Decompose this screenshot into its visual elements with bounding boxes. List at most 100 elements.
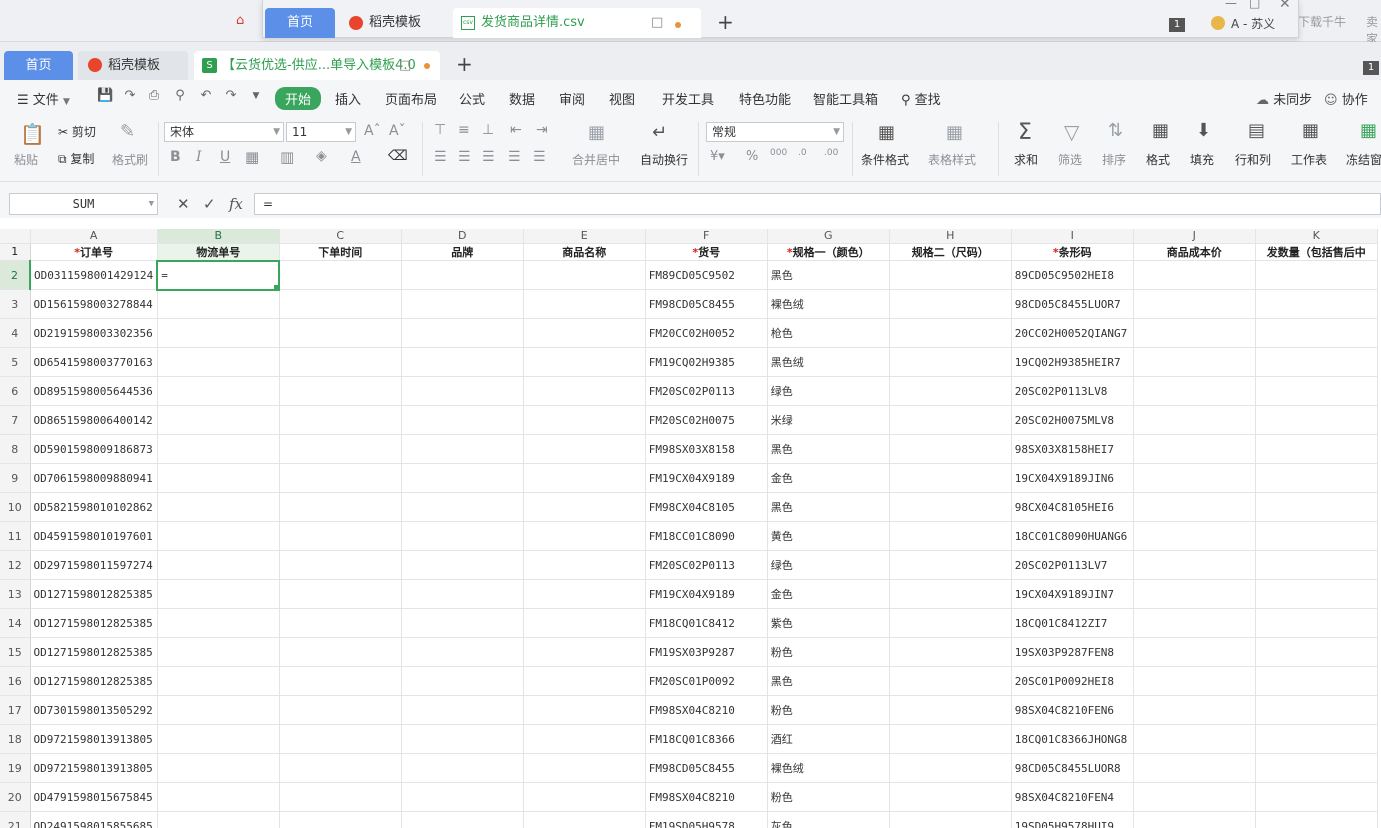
row-col-icon[interactable]: ▤ — [1248, 120, 1265, 141]
cell-g[interactable]: 米绿 — [767, 405, 890, 435]
cell-c[interactable] — [279, 782, 402, 812]
cell-h[interactable] — [889, 550, 1012, 580]
undo-icon[interactable]: ↶ — [198, 88, 214, 104]
cancel-formula-icon[interactable]: ✕ — [177, 195, 190, 213]
merge-center-icon[interactable]: ▦ — [588, 122, 605, 143]
column-header-j[interactable]: J — [1133, 229, 1256, 244]
cell-h[interactable] — [889, 347, 1012, 377]
cell-k[interactable] — [1255, 608, 1378, 638]
cell-k[interactable] — [1255, 811, 1378, 828]
cell-a[interactable]: OD5821598010102862 — [30, 492, 158, 522]
paste-icon[interactable]: 📋 — [20, 122, 45, 146]
cell-d[interactable] — [401, 405, 524, 435]
indent-decrease-icon[interactable]: ⇤ — [510, 122, 522, 138]
cell-i[interactable]: 98SX04C8210FEN6 — [1011, 695, 1134, 725]
cell-g[interactable]: 金色 — [767, 463, 890, 493]
cell-a[interactable]: OD1271598012825385 — [30, 608, 158, 638]
cell-d[interactable] — [401, 492, 524, 522]
cell-f[interactable]: FM18CQ01C8412 — [645, 608, 768, 638]
cell-c[interactable] — [279, 724, 402, 754]
menu-insert[interactable]: 插入 — [335, 89, 361, 108]
font-name-select[interactable]: 宋体 ▼ — [164, 122, 284, 142]
menu-review[interactable]: 审阅 — [559, 89, 585, 108]
confirm-formula-icon[interactable]: ✓ — [203, 195, 216, 213]
cell-c[interactable] — [279, 405, 402, 435]
float-user-name[interactable]: A - 苏义 — [1211, 15, 1275, 32]
cell-k[interactable] — [1255, 637, 1378, 667]
cell-k[interactable] — [1255, 260, 1378, 290]
cell-b[interactable] — [157, 811, 280, 828]
cell-e[interactable] — [523, 782, 646, 812]
cell-h[interactable] — [889, 782, 1012, 812]
cell-i[interactable]: 98CX04C8105HEI6 — [1011, 492, 1134, 522]
cell-i[interactable]: 98CD05C8455LUOR8 — [1011, 753, 1134, 783]
cell-c[interactable] — [279, 753, 402, 783]
cell-c[interactable] — [279, 521, 402, 551]
cell-h[interactable] — [889, 724, 1012, 754]
row-header[interactable]: 18 — [0, 724, 31, 754]
cell-e[interactable] — [523, 318, 646, 348]
cell-a[interactable]: OD0311598001429124 — [30, 260, 158, 290]
row-header[interactable]: 13 — [0, 579, 31, 609]
header-cell-e[interactable]: 商品名称 — [523, 243, 646, 261]
cell-e[interactable] — [523, 434, 646, 464]
cell-d[interactable] — [401, 289, 524, 319]
cell-g[interactable]: 绿色 — [767, 550, 890, 580]
cell-e[interactable] — [523, 608, 646, 638]
cell-c[interactable] — [279, 376, 402, 406]
cell-c[interactable] — [279, 289, 402, 319]
cell-k[interactable] — [1255, 376, 1378, 406]
new-tab-icon[interactable]: + — [456, 52, 473, 76]
menu-page-layout[interactable]: 页面布局 — [385, 89, 437, 108]
align-top-icon[interactable]: ⊤ — [434, 122, 446, 138]
header-cell-c[interactable]: 下单时间 — [279, 243, 402, 261]
paste-button[interactable]: 粘贴 — [14, 151, 38, 168]
cell-c[interactable] — [279, 463, 402, 493]
column-header-k[interactable]: K — [1255, 229, 1378, 244]
cell-i[interactable]: 20SC01P0092HEI8 — [1011, 666, 1134, 696]
column-header-f[interactable]: F — [645, 229, 768, 244]
sum-button[interactable]: 求和 — [1014, 151, 1038, 168]
cell-f[interactable]: FM98CD05C8455 — [645, 753, 768, 783]
row-header[interactable]: 17 — [0, 695, 31, 725]
cell-a[interactable]: OD1271598012825385 — [30, 637, 158, 667]
column-header-g[interactable]: G — [767, 229, 890, 244]
column-header-c[interactable]: C — [279, 229, 402, 244]
cell-g[interactable]: 灰色 — [767, 811, 890, 828]
cell-c[interactable] — [279, 550, 402, 580]
table-style-button[interactable]: 表格样式 — [928, 151, 976, 168]
cell-d[interactable] — [401, 463, 524, 493]
clear-format-icon[interactable]: ⌫ — [388, 148, 408, 164]
cell-g[interactable]: 黑色 — [767, 260, 890, 290]
cell-c[interactable] — [279, 492, 402, 522]
redo-icon[interactable]: ↷ — [223, 88, 239, 104]
export-icon[interactable]: ↷ — [122, 88, 138, 104]
cell-k[interactable] — [1255, 318, 1378, 348]
cell-k[interactable] — [1255, 666, 1378, 696]
filter-icon[interactable]: ▽ — [1064, 120, 1079, 144]
increase-decimal-icon[interactable]: .0 — [798, 148, 807, 158]
cell-k[interactable] — [1255, 724, 1378, 754]
justify-icon[interactable]: ☰ — [508, 149, 521, 165]
cell-f[interactable]: FM98SX04C8210 — [645, 695, 768, 725]
cell-k[interactable] — [1255, 782, 1378, 812]
cell-b[interactable] — [157, 289, 280, 319]
cell-b[interactable] — [157, 405, 280, 435]
cell-b[interactable] — [157, 782, 280, 812]
cell-d[interactable] — [401, 782, 524, 812]
cell-b[interactable] — [157, 666, 280, 696]
cell-e[interactable] — [523, 521, 646, 551]
row-header[interactable]: 4 — [0, 318, 31, 348]
cell-g[interactable]: 金色 — [767, 579, 890, 609]
cell-k[interactable] — [1255, 753, 1378, 783]
cell-b[interactable] — [157, 695, 280, 725]
cell-j[interactable] — [1133, 608, 1256, 638]
cell-j[interactable] — [1133, 579, 1256, 609]
header-cell-d[interactable]: 品牌 — [401, 243, 524, 261]
cell-k[interactable] — [1255, 695, 1378, 725]
cell-b[interactable] — [157, 608, 280, 638]
cell-j[interactable] — [1133, 492, 1256, 522]
cell-e[interactable] — [523, 492, 646, 522]
row-header[interactable]: 15 — [0, 637, 31, 667]
header-cell-h[interactable]: 规格二（尺码） — [889, 243, 1012, 261]
